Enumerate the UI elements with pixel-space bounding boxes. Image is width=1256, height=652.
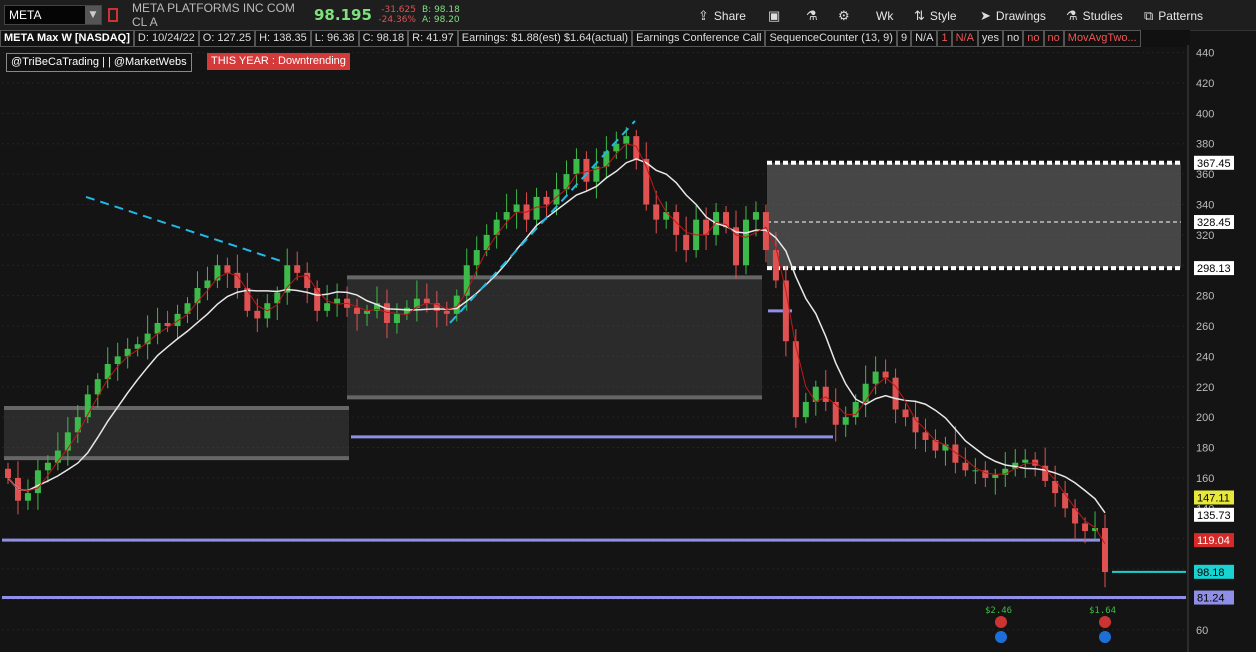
candle-body — [992, 474, 999, 478]
candle-body — [882, 371, 889, 378]
price-tick-label: 440 — [1196, 48, 1214, 60]
price-tag-label: 367.45 — [1197, 158, 1231, 170]
earnings-label: $1.64 — [1089, 606, 1116, 616]
candle-body — [423, 298, 430, 304]
candle-body — [752, 212, 759, 220]
price-tag-label: 135.73 — [1197, 510, 1231, 522]
price-tick-label: 340 — [1196, 199, 1214, 211]
candle-body — [204, 280, 211, 289]
price-axis — [1188, 45, 1256, 652]
candle-body — [862, 383, 869, 402]
candle-body — [513, 204, 520, 213]
candle-body — [284, 265, 291, 293]
candle-body — [563, 174, 570, 190]
candle-body — [443, 310, 450, 314]
candle-body — [1082, 523, 1089, 532]
info-icon — [995, 631, 1007, 643]
candle-body — [842, 417, 849, 425]
candle-body — [483, 234, 490, 251]
candle-body — [114, 356, 121, 364]
price-tick-label: 60 — [1196, 625, 1208, 637]
candle-body — [1062, 493, 1069, 509]
price-tick-label: 280 — [1196, 291, 1214, 303]
candle-body — [633, 136, 640, 159]
candle-body — [334, 298, 341, 304]
price-tick-label: 160 — [1196, 473, 1214, 485]
candle-body — [1102, 528, 1108, 573]
candle-body — [792, 341, 799, 418]
price-tick-label: 320 — [1196, 230, 1214, 242]
price-tick-label: 180 — [1196, 443, 1214, 455]
zone-box — [347, 277, 762, 398]
candle-body — [224, 265, 231, 273]
candle-body — [453, 295, 460, 314]
price-tag-label: 98.18 — [1197, 567, 1225, 579]
candle-body — [254, 310, 261, 319]
price-tag-label: 119.04 — [1197, 535, 1230, 547]
earnings-label: $2.46 — [985, 606, 1012, 616]
price-tick-label: 420 — [1196, 78, 1214, 90]
price-tag-label: 147.11 — [1197, 492, 1230, 504]
candle-body — [44, 462, 51, 471]
candle-body — [543, 196, 550, 205]
price-tick-label: 360 — [1196, 169, 1214, 181]
price-tick-label: 200 — [1196, 412, 1214, 424]
candle-body — [503, 212, 510, 220]
candle-body — [573, 158, 580, 175]
price-chart[interactable]: 4404204003803603403203002802602402202001… — [0, 0, 1256, 652]
candle-body — [872, 371, 879, 384]
candle-body — [892, 377, 899, 410]
candle-body — [673, 212, 680, 235]
candle-body — [583, 158, 590, 182]
earnings-icon — [995, 616, 1007, 628]
candle-body — [1022, 459, 1029, 463]
price-tick-label: 260 — [1196, 321, 1214, 333]
price-tick-label: 380 — [1196, 139, 1214, 151]
candle-body — [832, 401, 839, 425]
info-icon — [1099, 631, 1111, 643]
candle-body — [902, 409, 909, 418]
price-tag-label: 81.24 — [1197, 593, 1225, 605]
candle-body — [294, 265, 301, 273]
candle-body — [383, 303, 390, 323]
candle-body — [742, 219, 749, 266]
candle-body — [653, 204, 660, 220]
candle-body — [314, 288, 321, 311]
candle-body — [354, 307, 361, 314]
candle-body — [324, 303, 331, 311]
price-tick-label: 240 — [1196, 351, 1214, 363]
candle-body — [393, 313, 400, 323]
candle-body — [972, 470, 979, 472]
candle-body — [623, 136, 630, 144]
resistance-zone-box — [767, 162, 1181, 269]
price-tag-label: 298.13 — [1197, 263, 1231, 275]
candle-body — [473, 250, 480, 266]
candle-body — [922, 432, 929, 440]
candle-body — [94, 379, 101, 395]
earnings-icon — [1099, 616, 1111, 628]
price-tick-label: 400 — [1196, 108, 1214, 120]
price-tag-label: 328.45 — [1197, 217, 1231, 229]
candle-body — [663, 212, 670, 220]
candle-body — [24, 493, 31, 501]
candle-body — [5, 468, 11, 478]
candle-body — [962, 462, 969, 471]
trend-line — [85, 195, 281, 262]
candle-body — [194, 288, 201, 304]
candle-body — [802, 401, 809, 418]
candle-body — [34, 470, 41, 494]
candle-body — [812, 386, 819, 402]
candle-body — [822, 386, 829, 402]
candle-body — [683, 234, 690, 251]
price-tick-label: 220 — [1196, 382, 1214, 394]
